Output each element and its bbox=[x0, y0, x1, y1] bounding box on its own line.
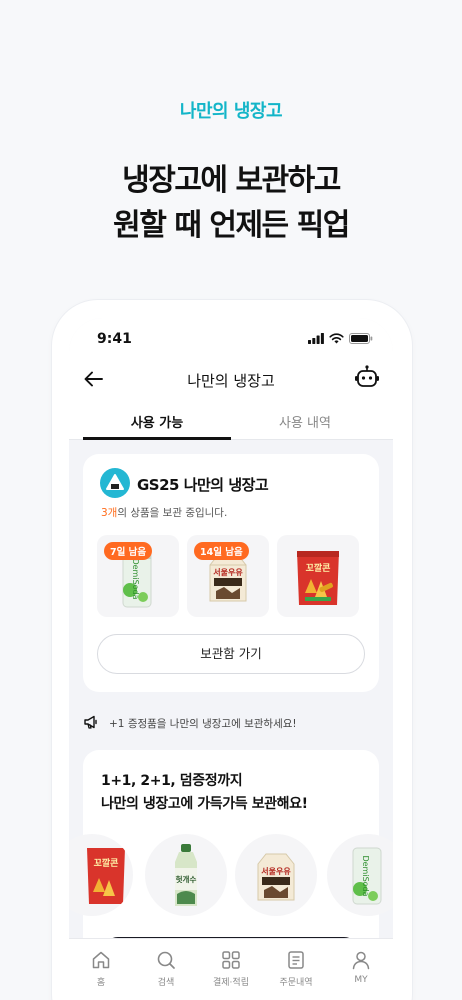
days-left-badge: 7일 남음 bbox=[104, 542, 153, 560]
promo-product-milk[interactable]: 서울우유 bbox=[235, 834, 317, 916]
status-icons bbox=[308, 333, 373, 344]
signal-icon bbox=[308, 333, 324, 344]
days-left-badge: 14일 남음 bbox=[194, 542, 249, 560]
megaphone-icon bbox=[84, 715, 97, 729]
nav-home[interactable]: 홈 bbox=[69, 949, 133, 988]
go-to-storage-button[interactable]: 보관함 가기 bbox=[97, 634, 365, 674]
gs25-logo-icon bbox=[100, 468, 130, 498]
tab-bar: 사용 가능 사용 내역 bbox=[69, 400, 393, 440]
promo-product-snack[interactable]: 꼬깔콘 bbox=[69, 834, 133, 916]
stored-product-snack[interactable]: 꼬깔콘 bbox=[277, 535, 359, 617]
fridge-card-title: GS25 나만의 냉장고 bbox=[137, 476, 269, 494]
promo-product-tea[interactable]: 헛개수 bbox=[145, 834, 227, 916]
tab-history[interactable]: 사용 내역 bbox=[231, 412, 379, 431]
battery-icon bbox=[349, 333, 373, 344]
heotgaesu-bottle-image: 헛개수 bbox=[175, 844, 197, 906]
promo-product-demisoda[interactable]: DemiSoda bbox=[327, 834, 393, 916]
chatbot-robot-icon[interactable] bbox=[353, 364, 381, 392]
page-title: 나만의 냉장고 bbox=[187, 372, 275, 390]
tab-active-indicator bbox=[83, 437, 231, 440]
nav-orders-label: 주문내역 bbox=[279, 978, 313, 988]
svg-text:꼬깔콘: 꼬깔콘 bbox=[94, 857, 119, 869]
nav-search[interactable]: 검색 bbox=[134, 949, 198, 988]
promo-eyebrow: 나만의 냉장고 bbox=[179, 101, 283, 122]
seoul-milk-carton-image: 서울우유 bbox=[257, 853, 295, 901]
svg-text:헛개수: 헛개수 bbox=[176, 874, 197, 884]
nav-bar: 나만의 냉장고 bbox=[69, 360, 393, 400]
nav-my-label: MY bbox=[354, 975, 368, 985]
svg-text:서울우유: 서울우유 bbox=[261, 866, 291, 876]
wifi-icon bbox=[329, 333, 344, 344]
demisoda-can-image: DemiSoda bbox=[352, 847, 382, 905]
promo-card-line2: 나만의 냉장고에 가득가득 보관해요! bbox=[101, 796, 308, 812]
nav-search-label: 검색 bbox=[157, 978, 175, 988]
bottom-nav: 홈 검색 결제·적립 주문내역 MY bbox=[69, 938, 393, 1000]
nav-my[interactable]: MY bbox=[329, 949, 393, 985]
kkokkalcorn-snack-image: 꼬깔콘 bbox=[87, 848, 125, 904]
kept-suffix: 의 상품을 보관 중입니다. bbox=[117, 507, 228, 519]
promo-card-line1: 1+1, 2+1, 덤증정까지 bbox=[101, 773, 243, 789]
promo-title-line2: 원할 때 언제든 픽업 bbox=[113, 208, 350, 243]
nav-orders[interactable]: 주문내역 bbox=[264, 949, 328, 988]
svg-text:서울우유: 서울우유 bbox=[213, 567, 243, 577]
payment-icon bbox=[222, 951, 240, 969]
notice-text: +1 증정품을 나만의 냉장고에 보관하세요! bbox=[109, 718, 297, 730]
order-history-icon bbox=[288, 951, 304, 969]
stored-product-milk[interactable]: 서울우유 14일 남음 bbox=[187, 535, 269, 617]
kept-count: 3개 bbox=[101, 507, 118, 519]
phone-screen: 9:41 나만의 냉장고 사용 가능 사용 내역 GS25 나만의 냉장고 3개… bbox=[69, 318, 393, 1000]
svg-text:DemiSoda: DemiSoda bbox=[361, 855, 370, 896]
kkokkalcorn-snack-image: 꼬깔콘 bbox=[297, 551, 339, 605]
tab-available[interactable]: 사용 가능 bbox=[83, 412, 231, 431]
my-fridge-card: GS25 나만의 냉장고 3개의 상품을 보관 중입니다. DemiSoda 7… bbox=[83, 454, 379, 692]
home-icon bbox=[92, 951, 110, 969]
stored-product-demisoda[interactable]: DemiSoda 7일 남음 bbox=[97, 535, 179, 617]
nav-home-label: 홈 bbox=[96, 978, 106, 988]
status-bar: 9:41 bbox=[69, 318, 393, 360]
nav-payment[interactable]: 결제·적립 bbox=[199, 949, 263, 988]
status-time: 9:41 bbox=[97, 331, 132, 347]
kept-items-text: 3개의 상품을 보관 중입니다. bbox=[101, 505, 227, 520]
nav-payment-label: 결제·적립 bbox=[213, 978, 249, 988]
promo-title-line1: 냉장고에 보관하고 bbox=[122, 163, 341, 198]
gift-notice: +1 증정품을 나만의 냉장고에 보관하세요! bbox=[83, 714, 383, 732]
search-icon bbox=[157, 951, 175, 969]
svg-text:꼬깔콘: 꼬깔콘 bbox=[306, 562, 331, 574]
svg-text:DemiSoda: DemiSoda bbox=[131, 558, 140, 599]
profile-icon bbox=[352, 951, 370, 970]
